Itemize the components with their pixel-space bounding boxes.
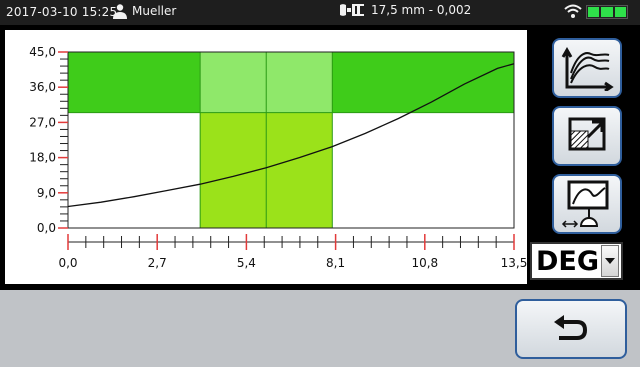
angle-torque-chart: 0,0 9,0 18,0 27,0 36,0 45,0 0,0 2,7 5,4 8,1 10,8 13…: [29, 45, 527, 270]
sensor-icon: [340, 4, 364, 16]
y-tick-label: 36,0: [29, 80, 56, 94]
x-tick-label: 8,1: [326, 256, 345, 270]
y-tick-label: 45,0: [29, 45, 56, 59]
x-tick-label: 5,4: [237, 256, 256, 270]
sensor-info: 17,5 mm - 0,002: [338, 3, 471, 17]
battery-icon: [586, 5, 628, 19]
chart-area: 0,0 9,0 18,0 27,0 36,0 45,0 0,0 2,7 5,4 8,1 10,8 13…: [5, 30, 527, 284]
unit-value: DEG: [536, 245, 600, 277]
measure-curve-icon: [561, 180, 609, 228]
y-tick-label: 0,0: [37, 221, 56, 235]
x-tick-label: 2,7: [148, 256, 167, 270]
y-tick-label: 9,0: [37, 186, 56, 200]
back-button[interactable]: [515, 299, 627, 359]
x-tick-label: 10,8: [411, 256, 438, 270]
sensor-reading: 17,5 mm - 0,002: [371, 3, 472, 17]
unit-select[interactable]: DEG: [530, 242, 623, 280]
x-tick-label: 0,0: [58, 256, 77, 270]
datetime: 2017-03-10 15:25: [6, 5, 118, 19]
back-arrow-icon: [554, 315, 588, 340]
chevron-down-icon[interactable]: [601, 245, 619, 277]
wifi-icon: [564, 4, 582, 18]
user-info: Mueller: [112, 3, 176, 19]
curve-view-button[interactable]: [552, 38, 622, 98]
user-name: Mueller: [132, 4, 177, 18]
zoom-region-icon: [568, 117, 606, 151]
x-tick-label: 13,5: [501, 256, 527, 270]
measure-curve-button[interactable]: [552, 174, 622, 234]
curve-chart-icon: [561, 46, 614, 91]
y-tick-label: 27,0: [29, 115, 56, 129]
status-bar: 2017-03-10 15:25 Mueller 17,5 mm - 0,002: [0, 0, 640, 25]
user-icon: [113, 4, 127, 19]
zoom-region-button[interactable]: [552, 106, 622, 166]
y-tick-label: 18,0: [29, 151, 56, 165]
